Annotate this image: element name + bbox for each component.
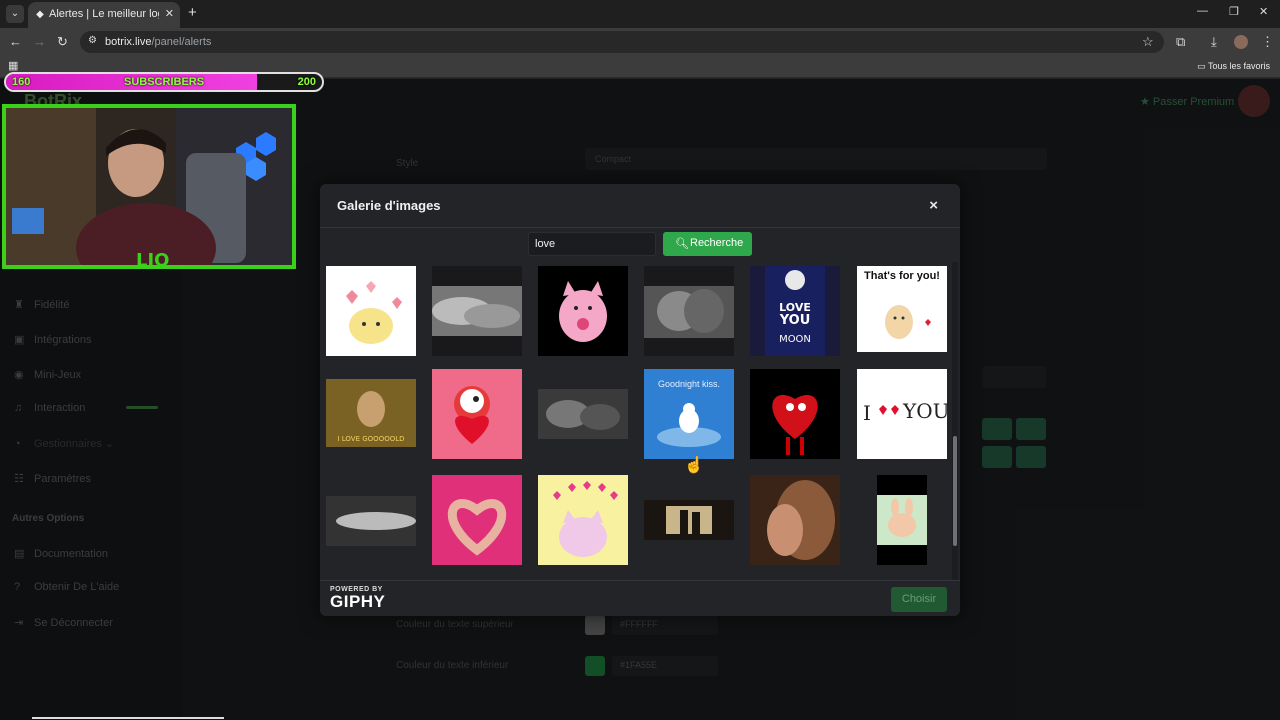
back-icon[interactable]: ← — [9, 34, 22, 49]
search-button-label: Recherche — [690, 237, 744, 249]
url-path: /panel/alerts — [151, 36, 212, 48]
gif-bed-couple — [538, 389, 628, 439]
gif-item[interactable]: LOVE YOU MOON — [750, 266, 840, 356]
tab-alertes[interactable]: ◆ Alertes | Le meilleur logiciel pour ✕ — [28, 2, 180, 28]
profile-avatar[interactable] — [1234, 35, 1248, 49]
apps-grid-icon[interactable]: ▦ — [8, 59, 18, 72]
gif-item[interactable]: I LOVE GOOOOOLD — [326, 379, 416, 447]
svg-text:MOON: MOON — [779, 334, 811, 345]
gif-cat-hearts — [553, 481, 618, 557]
gif-item[interactable] — [750, 369, 840, 459]
modal-footer: POWERED BY GIPHY Choisir — [320, 580, 960, 616]
tab-search-dropdown-icon[interactable]: ⌄ — [6, 5, 24, 23]
botrix-favicon-icon: ◆ — [36, 9, 44, 20]
download-icon[interactable]: ⤓ — [1211, 34, 1217, 50]
gif-red-heart-creature — [772, 394, 818, 455]
address-bar[interactable]: ⚙ botrix.live/panel/alerts ☆ — [80, 31, 1164, 53]
tab-close-icon[interactable]: ✕ — [165, 7, 174, 20]
gif-gold-man: I LOVE GOOOOOLD — [326, 379, 416, 447]
image-gallery-modal: Galerie d'images × 🔍︎ Recherche — [320, 184, 960, 616]
gif-item[interactable] — [326, 266, 416, 356]
gif-item[interactable] — [538, 389, 628, 439]
reload-icon[interactable]: ↻ — [57, 34, 68, 50]
gif-grid-scrollbar[interactable] — [952, 262, 958, 580]
gif-search-input[interactable] — [528, 232, 656, 256]
all-bookmarks-label: Tous les favoris — [1207, 61, 1270, 71]
gif-grid: LOVE YOU MOON That's for you! I LOVE GOO… — [320, 262, 952, 580]
gif-caption-you: YOU — [903, 399, 950, 423]
gif-bw-kiss — [644, 286, 734, 338]
gif-item[interactable] — [326, 496, 416, 546]
gif-chick-hearts — [346, 281, 402, 344]
extensions-icon[interactable]: ⧉ — [1176, 34, 1185, 50]
url-host: botrix.live — [105, 36, 152, 48]
gif-bird-heart — [454, 386, 490, 444]
gif-item[interactable] — [538, 475, 628, 565]
menu-icon[interactable]: ⋮ — [1261, 34, 1274, 50]
svg-text:I LOVE GOOOOOLD: I LOVE GOOOOOLD — [337, 435, 404, 443]
search-icon: 🔍︎ — [675, 238, 689, 250]
gif-couple-embrace — [767, 480, 835, 560]
svg-text:LJO: LJO — [136, 250, 169, 265]
subscriber-goal-max: 200 — [297, 76, 316, 88]
choose-button[interactable]: Choisir — [891, 587, 947, 612]
gif-item[interactable] — [877, 475, 927, 565]
bookmark-star-icon[interactable]: ☆ — [1142, 34, 1154, 50]
gif-heart-hands — [447, 499, 507, 556]
subscriber-goal-label: SUBSCRIBERS — [124, 76, 205, 88]
gif-bw-hands — [432, 286, 522, 336]
new-tab-button[interactable]: + — [188, 4, 197, 21]
gif-window-silhouette — [644, 500, 734, 540]
navigation-bar: ← → ↻ ⚙ botrix.live/panel/alerts ☆ ⧉ ⤓ ⋮ — [0, 28, 1280, 56]
all-bookmarks-folder[interactable]: ▭ Tous les favoris — [1197, 61, 1270, 72]
taskbar-indicator — [32, 717, 224, 719]
gif-item[interactable]: I YOU — [857, 369, 950, 459]
restore-button[interactable]: ❐ — [1229, 5, 1239, 18]
gif-caption: Goodnight kiss. — [657, 379, 721, 389]
url-text: botrix.live/panel/alerts — [105, 36, 211, 48]
modal-title: Galerie d'images — [337, 198, 441, 213]
gif-pink-cat — [559, 281, 607, 342]
gif-caption: That's for you! — [864, 270, 940, 282]
gif-item[interactable] — [644, 500, 734, 540]
gif-love-you-moon: LOVE YOU MOON — [765, 266, 825, 356]
window-close-button[interactable]: ✕ — [1259, 5, 1268, 18]
giphy-logo: GIPHY — [330, 592, 386, 611]
gif-item[interactable] — [432, 475, 522, 565]
forward-icon[interactable]: → — [33, 34, 46, 49]
gif-item[interactable] — [432, 266, 522, 356]
gif-item[interactable]: Goodnight kiss. — [644, 369, 734, 459]
webcam-scene: LJO — [6, 108, 292, 265]
hand-cursor-icon: ☝ — [684, 457, 704, 474]
modal-close-button[interactable]: × — [929, 197, 938, 214]
gif-item[interactable]: That's for you! — [857, 266, 947, 352]
search-button[interactable]: 🔍︎ Recherche — [663, 232, 752, 256]
gif-caption-i: I — [863, 401, 871, 425]
gif-item[interactable] — [750, 475, 840, 565]
tab-title: Alertes | Le meilleur logiciel pour — [49, 8, 159, 20]
tab-bar: ⌄ ◆ Alertes | Le meilleur logiciel pour … — [0, 0, 1280, 28]
gif-bw-hands-2 — [326, 496, 416, 546]
gif-bunny-hearts — [877, 495, 927, 545]
gif-item[interactable] — [538, 266, 628, 356]
gif-item[interactable] — [432, 369, 522, 459]
webcam-overlay: LJO — [2, 104, 296, 269]
minimize-button[interactable]: — — [1197, 5, 1208, 17]
scrollbar-thumb[interactable] — [953, 436, 957, 546]
site-info-icon[interactable]: ⚙ — [88, 35, 97, 46]
gif-item[interactable] — [644, 266, 734, 356]
modal-header: Galerie d'images × — [320, 184, 960, 228]
subscriber-goal-bar: 160 SUBSCRIBERS 200 — [4, 72, 324, 92]
subscriber-goal-min: 160 — [12, 76, 31, 88]
svg-text:YOU: YOU — [779, 313, 811, 328]
